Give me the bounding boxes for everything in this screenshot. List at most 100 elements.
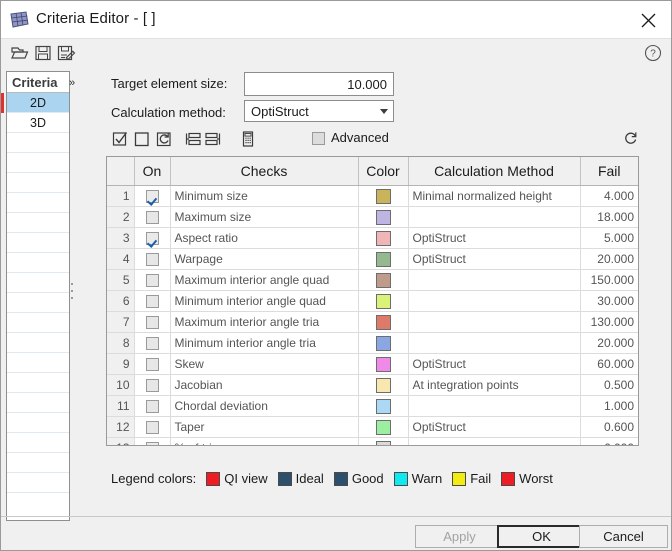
cancel-button[interactable]: Cancel [579, 525, 668, 548]
column-header-fail[interactable]: Fail [580, 157, 638, 186]
calculation-method-select[interactable]: OptiStruct [244, 100, 394, 122]
color-swatch[interactable] [375, 419, 391, 435]
row-enable-cell[interactable] [134, 395, 171, 417]
row-enable-cell[interactable] [134, 248, 171, 270]
color-swatch[interactable] [375, 398, 391, 414]
row-enable-cell[interactable] [134, 332, 171, 354]
row-color-cell[interactable] [358, 353, 409, 375]
expand-rows-icon[interactable] [184, 130, 202, 148]
row-color-cell[interactable] [358, 269, 409, 291]
color-swatch[interactable] [375, 251, 391, 267]
row-color-cell[interactable] [358, 248, 409, 270]
expand-panel-icon[interactable]: » [69, 77, 75, 89]
table-row[interactable]: 6 Minimum interior angle quad 30.000 [107, 290, 638, 312]
color-swatch[interactable] [375, 230, 391, 246]
color-swatch[interactable] [375, 335, 391, 351]
table-row[interactable]: 9 Skew OptiStruct 60.000 [107, 353, 638, 375]
help-icon[interactable]: ? [644, 44, 662, 62]
table-row[interactable]: 2 Maximum size 18.000 [107, 206, 638, 228]
row-color-cell[interactable] [358, 227, 409, 249]
table-row[interactable]: 5 Maximum interior angle quad 150.000 [107, 269, 638, 291]
advanced-checkbox[interactable] [312, 132, 325, 145]
column-header-index[interactable] [107, 157, 135, 186]
row-enable-checkbox[interactable] [145, 400, 159, 414]
color-swatch[interactable] [375, 314, 391, 330]
color-swatch[interactable] [375, 188, 391, 204]
row-enable-cell[interactable] [134, 437, 171, 445]
row-enable-checkbox[interactable] [145, 274, 159, 288]
row-enable-cell[interactable] [134, 269, 171, 291]
row-color-cell[interactable] [358, 416, 409, 438]
criteria-list-item-3d[interactable]: 3D [7, 113, 69, 133]
row-fail-value[interactable]: 150.000 [580, 269, 638, 291]
row-enable-checkbox[interactable] [145, 316, 159, 330]
row-enable-checkbox[interactable] [145, 190, 159, 204]
row-enable-checkbox[interactable] [145, 253, 159, 267]
column-header-color[interactable]: Color [358, 157, 409, 186]
row-enable-cell[interactable] [134, 374, 171, 396]
color-swatch[interactable] [375, 209, 391, 225]
color-swatch[interactable] [375, 377, 391, 393]
row-fail-value[interactable]: 60.000 [580, 353, 638, 375]
row-color-cell[interactable] [358, 437, 409, 445]
row-enable-checkbox[interactable] [145, 358, 159, 372]
calculator-icon[interactable] [239, 130, 257, 148]
open-file-icon[interactable] [10, 43, 30, 63]
row-color-cell[interactable] [358, 374, 409, 396]
uncheck-all-icon[interactable] [133, 130, 151, 148]
row-enable-cell[interactable] [134, 185, 171, 207]
row-color-cell[interactable] [358, 395, 409, 417]
row-enable-cell[interactable] [134, 311, 171, 333]
save-icon[interactable] [33, 43, 53, 63]
row-enable-checkbox[interactable] [145, 379, 159, 393]
column-header-on[interactable]: On [134, 157, 171, 186]
close-button[interactable] [633, 7, 663, 33]
row-color-cell[interactable] [358, 185, 409, 207]
color-swatch[interactable] [375, 440, 391, 445]
row-fail-value[interactable]: 6.000 [580, 437, 638, 445]
table-row[interactable]: 1 Minimum size Minimal normalized height 4.… [107, 185, 638, 207]
row-fail-value[interactable]: 4.000 [580, 185, 638, 207]
row-fail-value[interactable]: 0.600 [580, 416, 638, 438]
row-color-cell[interactable] [358, 206, 409, 228]
row-fail-value[interactable]: 0.500 [580, 374, 638, 396]
row-enable-cell[interactable] [134, 206, 171, 228]
table-row[interactable]: 7 Maximum interior angle tria 130.000 [107, 311, 638, 333]
row-color-cell[interactable] [358, 311, 409, 333]
row-fail-value[interactable]: 30.000 [580, 290, 638, 312]
row-enable-cell[interactable] [134, 290, 171, 312]
row-fail-value[interactable]: 130.000 [580, 311, 638, 333]
row-color-cell[interactable] [358, 290, 409, 312]
apply-button[interactable]: Apply [415, 525, 504, 548]
target-element-size-input[interactable] [244, 72, 394, 96]
table-row[interactable]: 11 Chordal deviation 1.000 [107, 395, 638, 417]
panel-splitter-handle[interactable] [71, 283, 74, 307]
row-color-cell[interactable] [358, 332, 409, 354]
row-enable-cell[interactable] [134, 353, 171, 375]
row-enable-checkbox[interactable] [145, 232, 159, 246]
row-enable-checkbox[interactable] [145, 211, 159, 225]
table-row[interactable]: 13 % of trias 6.000 [107, 437, 638, 445]
table-row[interactable]: 12 Taper OptiStruct 0.600 [107, 416, 638, 438]
row-enable-checkbox[interactable] [145, 442, 159, 445]
row-fail-value[interactable]: 18.000 [580, 206, 638, 228]
color-swatch[interactable] [375, 293, 391, 309]
table-row[interactable]: 8 Minimum interior angle tria 20.000 [107, 332, 638, 354]
row-enable-checkbox[interactable] [145, 421, 159, 435]
row-fail-value[interactable]: 20.000 [580, 332, 638, 354]
row-fail-value[interactable]: 20.000 [580, 248, 638, 270]
row-enable-checkbox[interactable] [145, 337, 159, 351]
row-enable-cell[interactable] [134, 227, 171, 249]
ok-button[interactable]: OK [497, 525, 586, 548]
reload-icon[interactable] [155, 130, 173, 148]
row-enable-checkbox[interactable] [145, 295, 159, 309]
row-fail-value[interactable]: 5.000 [580, 227, 638, 249]
table-row[interactable]: 4 Warpage OptiStruct 20.000 [107, 248, 638, 270]
column-header-method[interactable]: Calculation Method [408, 157, 581, 186]
color-swatch[interactable] [375, 356, 391, 372]
table-row[interactable]: 10 Jacobian At integration points 0.500 [107, 374, 638, 396]
row-fail-value[interactable]: 1.000 [580, 395, 638, 417]
reset-icon[interactable] [623, 130, 639, 146]
column-header-checks[interactable]: Checks [170, 157, 359, 186]
criteria-list-item-2d[interactable]: 2D [7, 93, 69, 113]
